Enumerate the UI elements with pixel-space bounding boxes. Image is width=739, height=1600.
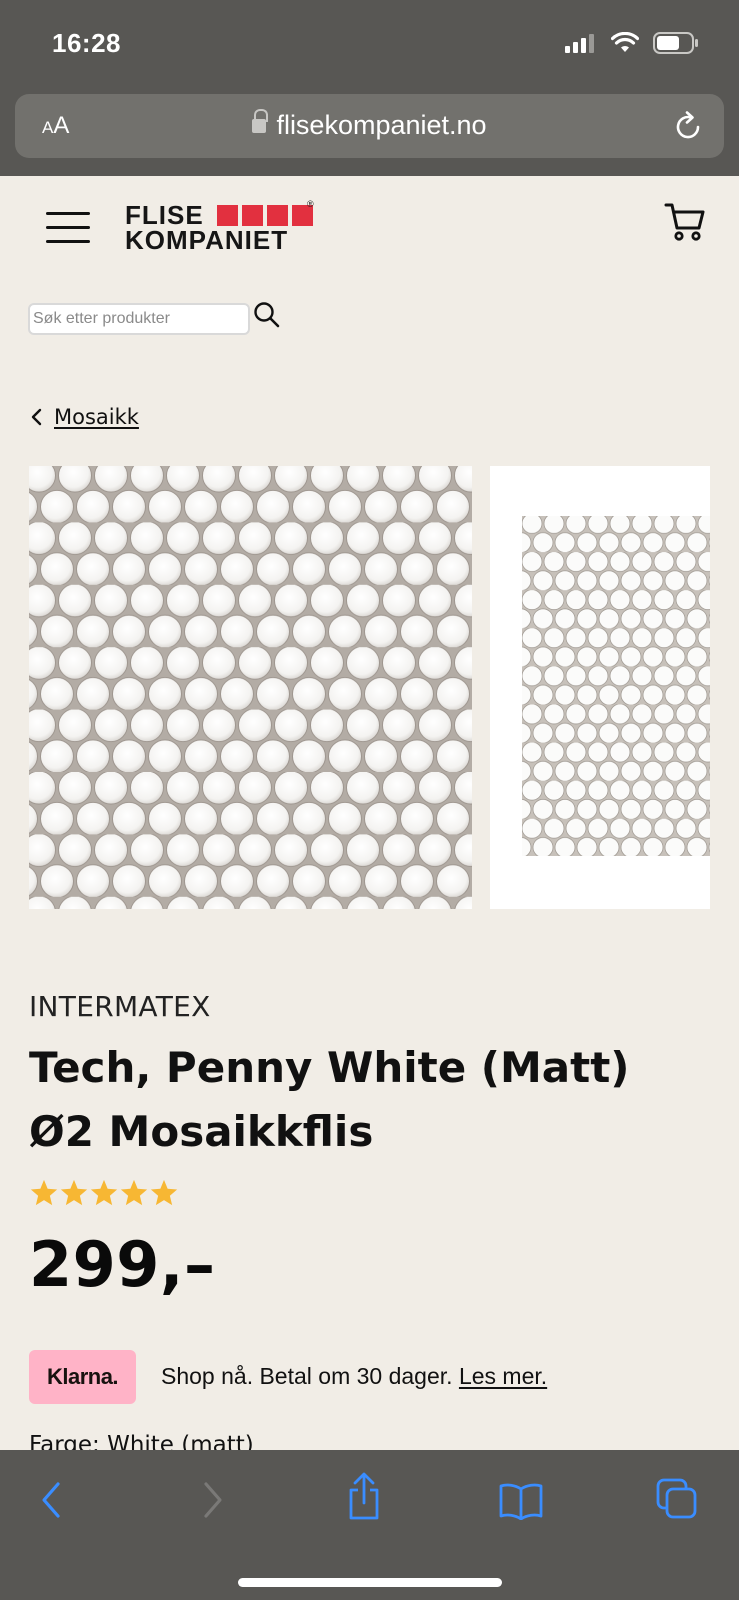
battery-icon (653, 32, 698, 54)
address-bar[interactable]: AA flisekompaniet.no (15, 94, 724, 158)
breadcrumb: Mosaikk (30, 405, 139, 429)
klarna-message-text: Shop nå. Betal om 30 dager. (161, 1363, 453, 1389)
reload-icon[interactable] (674, 110, 704, 142)
browser-chrome-top: 16:28 AA flisekompaniet.no (0, 0, 739, 176)
star-icon (150, 1179, 178, 1206)
home-indicator (238, 1578, 502, 1587)
hamburger-icon[interactable] (46, 210, 90, 244)
product-brand: INTERMATEX (29, 990, 211, 1023)
star-icon (60, 1179, 88, 1206)
bookmarks-icon[interactable] (498, 1482, 544, 1520)
klarna-logo: Klarna. (29, 1350, 136, 1404)
search-button[interactable] (250, 299, 284, 333)
search-form (28, 301, 280, 335)
share-icon[interactable] (346, 1472, 382, 1522)
product-image-thumb[interactable] (490, 466, 710, 909)
tabs-icon[interactable] (656, 1478, 698, 1520)
klarna-read-more-link[interactable]: Les mer. (459, 1363, 547, 1389)
forward-arrow-icon[interactable] (198, 1480, 226, 1520)
status-time: 16:28 (52, 28, 121, 58)
wifi-icon (611, 32, 639, 52)
url-field[interactable]: flisekompaniet.no (15, 109, 724, 141)
site-logo[interactable]: FLISE KOMPANIET ® (125, 199, 314, 255)
star-icon (120, 1179, 148, 1206)
cart-icon[interactable] (664, 200, 706, 242)
rating-stars[interactable] (29, 1178, 179, 1208)
star-icon (30, 1179, 58, 1206)
url-text: flisekompaniet.no (276, 110, 487, 140)
logo-squares (217, 205, 313, 226)
klarna-message: Shop nå. Betal om 30 dager. Les mer. (161, 1363, 547, 1390)
logo-registered-mark: ® (307, 199, 314, 209)
status-icons (565, 32, 699, 54)
search-input[interactable] (28, 303, 250, 335)
chevron-left-icon (31, 408, 42, 426)
browser-toolbar (0, 1450, 739, 1600)
logo-line-2: KOMPANIET (125, 225, 289, 255)
search-icon (254, 301, 280, 327)
product-image-main[interactable] (29, 466, 472, 909)
lock-icon (252, 109, 269, 135)
product-price: 299,– (29, 1228, 216, 1301)
product-title: Tech, Penny White (Matt) Ø2 Mosaikkflis (29, 1043, 630, 1156)
breadcrumb-link-mosaikk[interactable]: Mosaikk (54, 405, 139, 429)
signal-icon (565, 34, 594, 53)
back-arrow-icon[interactable] (38, 1480, 66, 1520)
star-icon (90, 1179, 118, 1206)
